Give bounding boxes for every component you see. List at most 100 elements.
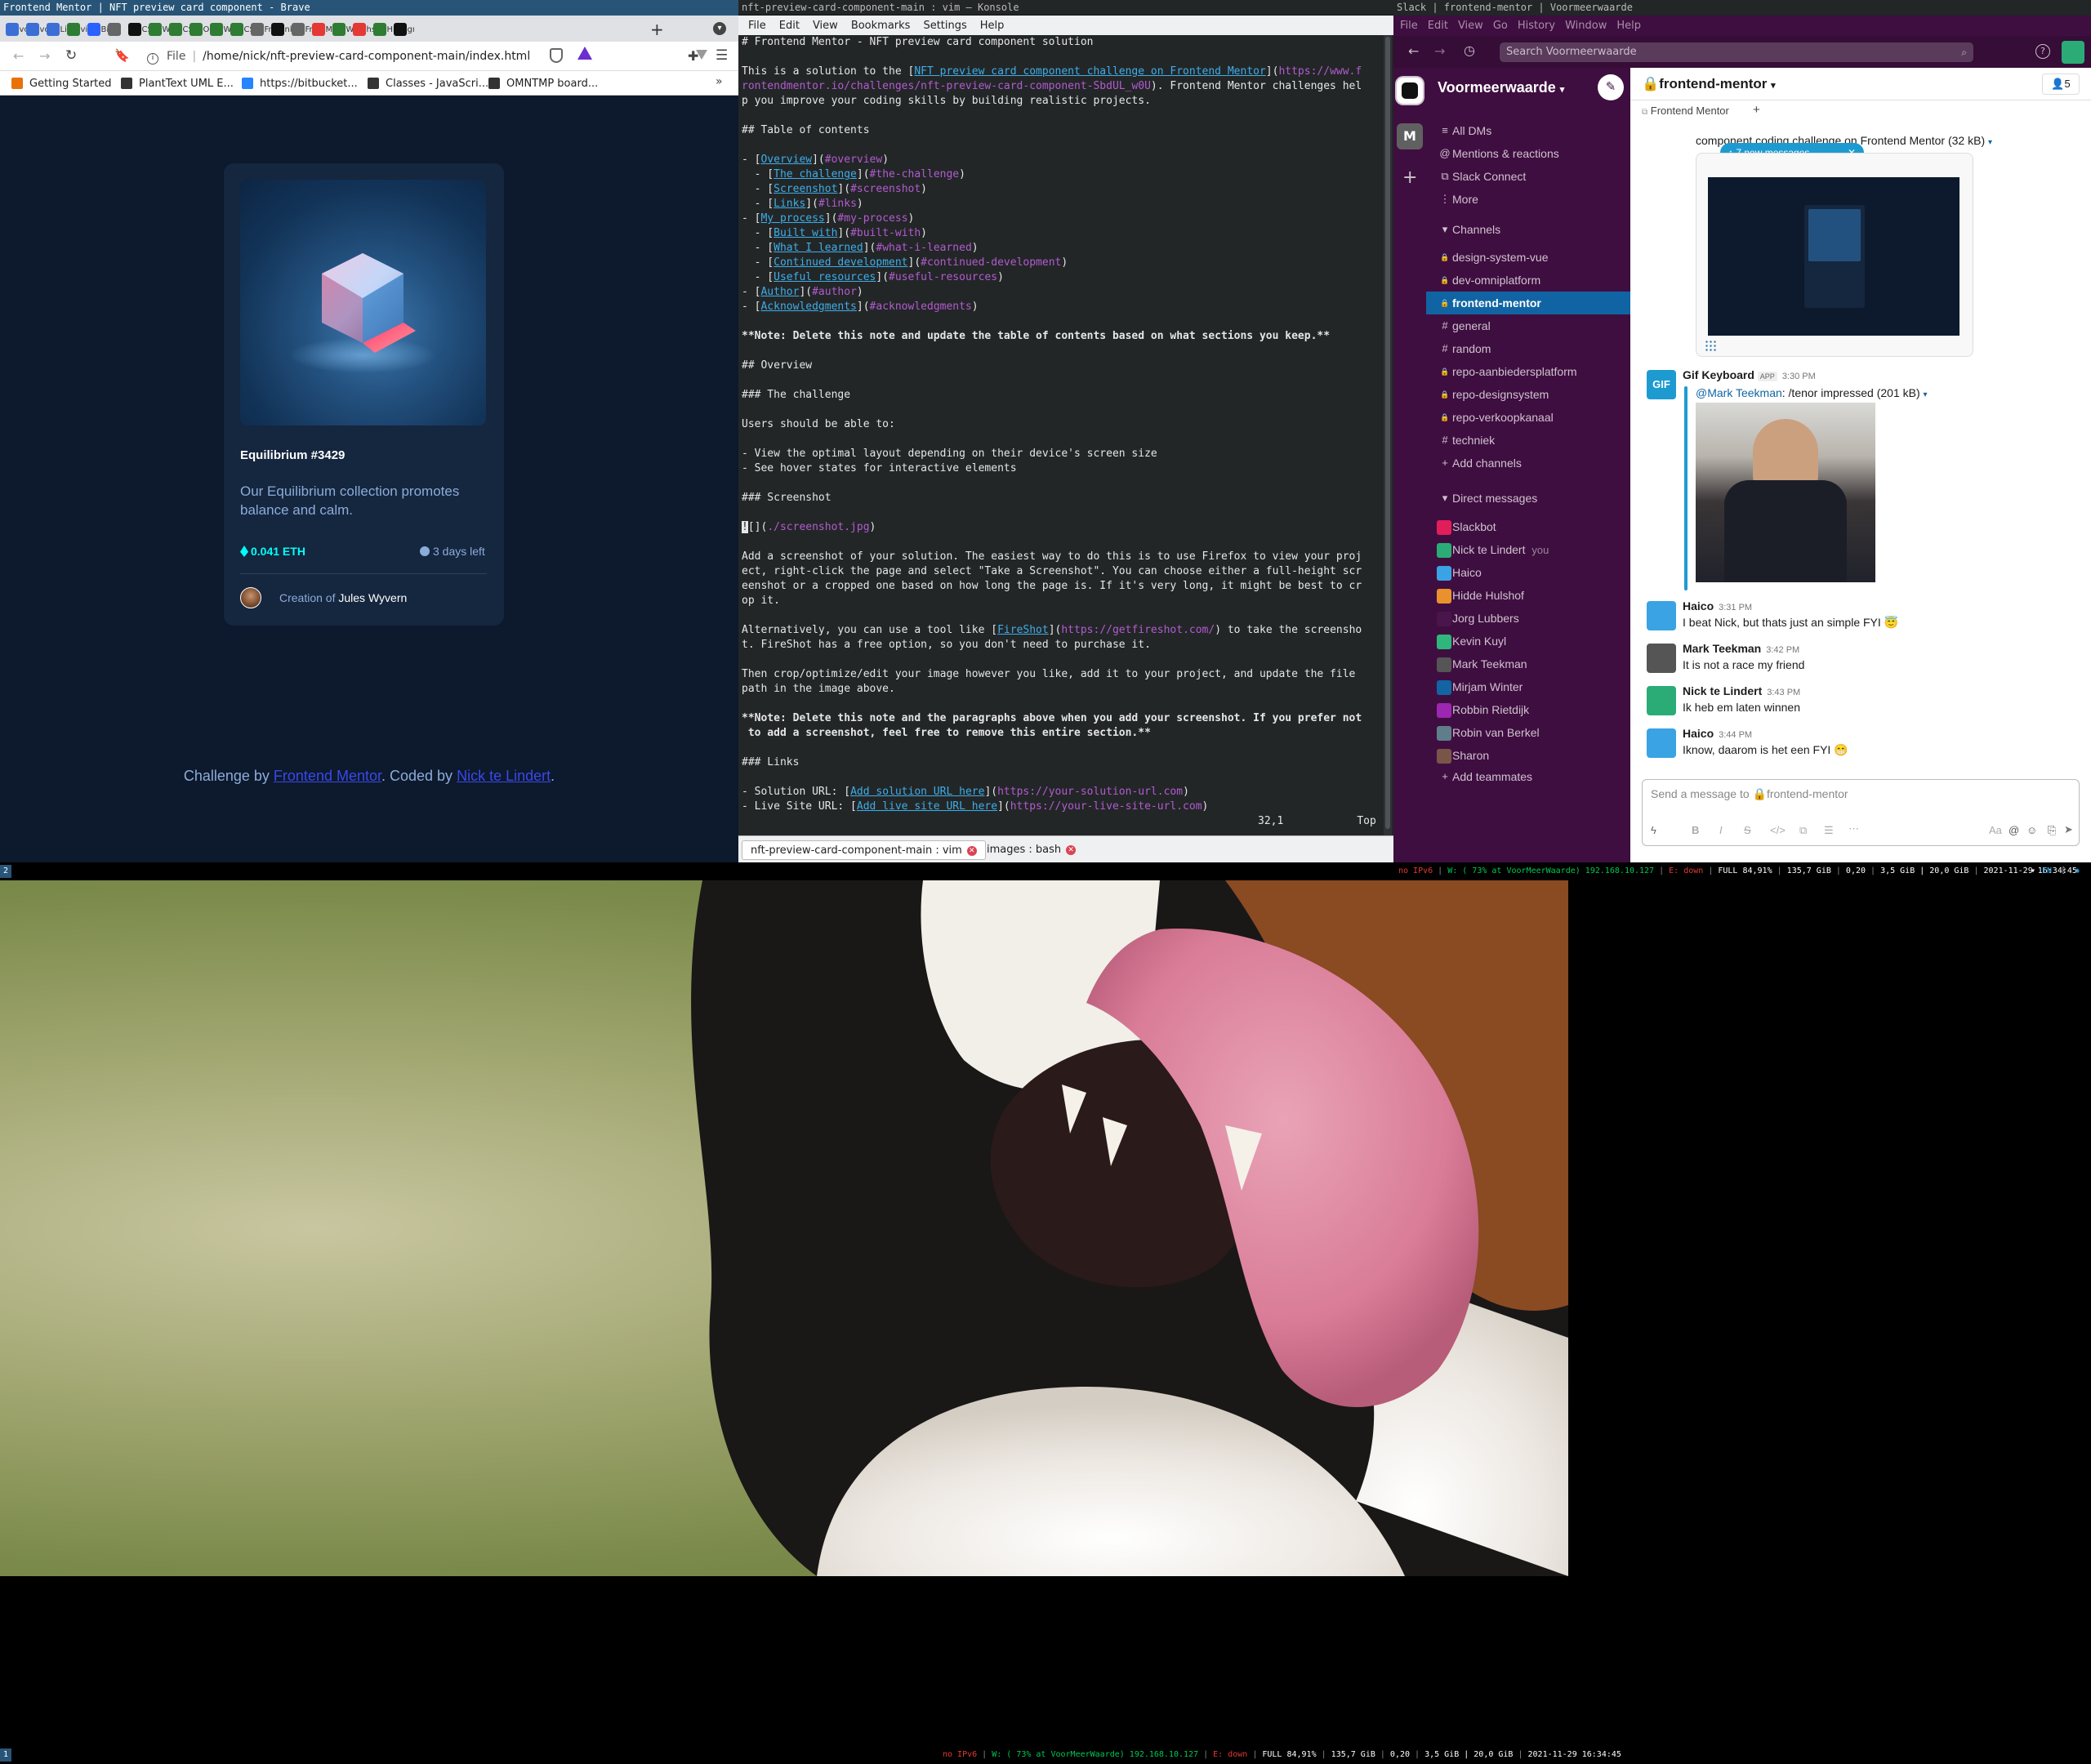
history-icon[interactable]: ◷	[1464, 42, 1475, 58]
forward-icon[interactable]: →	[1434, 43, 1445, 59]
browser-tab[interactable]: vc	[5, 19, 26, 40]
members-button[interactable]: 👤5	[2042, 74, 2080, 95]
sidebar-dm[interactable]: Slackbot	[1426, 515, 1630, 538]
tab-menu-icon[interactable]: ▾	[713, 22, 726, 35]
shortcuts-icon[interactable]: ϟ	[1651, 824, 1656, 836]
sidebar-channel-techniek[interactable]: # techniek	[1426, 429, 1630, 452]
forward-icon[interactable]: →	[39, 48, 50, 64]
browser-tab[interactable]: Fr	[291, 19, 312, 40]
browser-tab[interactable]: vc	[25, 19, 47, 40]
add-channels-button[interactable]: + Add channels	[1426, 452, 1630, 474]
avatar[interactable]	[1647, 686, 1676, 715]
sidebar-dm[interactable]: Sharon	[1426, 744, 1630, 767]
message-time[interactable]: 3:31 PM	[1719, 603, 1752, 612]
bookmark-item[interactable]: https://bitbucket...	[242, 76, 358, 91]
back-icon[interactable]: ←	[13, 48, 24, 64]
sidebar-item-slack-connect[interactable]: ⧉ Slack Connect	[1426, 165, 1630, 188]
message-composer[interactable]: Send a message to 🔒frontend-mentor ϟ B I…	[1642, 779, 2080, 846]
message-sender[interactable]: Nick te Lindert 3:43 PM	[1683, 684, 1800, 697]
avatar[interactable]	[1647, 601, 1676, 630]
compose-button[interactable]: ✎	[1598, 74, 1624, 100]
sidebar-dm[interactable]: Nick te Lindert you	[1426, 538, 1630, 561]
browser-tab[interactable]: nk	[270, 19, 292, 40]
bookmark-item[interactable]: Classes - JavaScri...	[368, 76, 488, 91]
terminal-area[interactable]: # Frontend Mentor - NFT preview card com…	[738, 35, 1393, 835]
workspace-name[interactable]: Voormeerwaarde ▾	[1438, 79, 1564, 96]
sidebar-item-all-dms[interactable]: ≡ All DMs	[1426, 119, 1630, 142]
tab-vim[interactable]: nft-preview-card-component-main : vim ✕	[742, 840, 986, 860]
user-avatar[interactable]	[2062, 41, 2084, 64]
more-format-icon[interactable]: ⋯	[1848, 822, 1859, 835]
browser-tab[interactable]: Fr	[250, 19, 271, 40]
avatar[interactable]	[1647, 644, 1676, 673]
browser-tab[interactable]	[107, 19, 128, 40]
menu-edit[interactable]: Edit	[779, 20, 800, 32]
message-time[interactable]: 3:44 PM	[1719, 730, 1752, 740]
card-title[interactable]: Equilibrium #3429	[240, 448, 345, 462]
caret-down-icon[interactable]: ▾	[1988, 138, 1992, 147]
sidebar-dm[interactable]: Jorg Lubbers	[1426, 607, 1630, 630]
sidebar-channel-repo-verkoopkanaal[interactable]: 🔒 repo-verkoopkanaal	[1426, 406, 1630, 429]
menu-view[interactable]: View	[1458, 20, 1483, 32]
message-sender[interactable]: Haico 3:44 PM	[1683, 727, 1752, 740]
browser-tab[interactable]: W	[209, 19, 230, 40]
brave-shields-icon[interactable]	[550, 48, 563, 63]
close-icon[interactable]: ✕	[1066, 844, 1077, 855]
browser-tab[interactable]: Hi	[372, 19, 394, 40]
sidebar-dm[interactable]: Mirjam Winter	[1426, 675, 1630, 698]
help-icon[interactable]: ?	[2035, 44, 2050, 59]
address-bar[interactable]: i File |/home/nick/nft-preview-card-compon…	[139, 45, 596, 68]
browser-tab[interactable]: CS	[230, 19, 251, 40]
sidebar-item-more[interactable]: ⋮ More	[1426, 188, 1630, 211]
message-time[interactable]: 3:30 PM	[1782, 372, 1816, 381]
new-tab-button[interactable]: +	[650, 20, 664, 39]
message-time[interactable]: 3:43 PM	[1767, 688, 1800, 697]
menu-help[interactable]: Help	[980, 20, 1005, 32]
message-sender[interactable]: Gif Keyboard APP 3:30 PM	[1683, 368, 1816, 381]
back-icon[interactable]: ←	[1408, 43, 1419, 59]
gif-image[interactable]	[1696, 403, 1875, 582]
browser-tab[interactable]: CS	[168, 19, 189, 40]
workspace-button[interactable]: 2	[0, 865, 11, 878]
avatar[interactable]	[1647, 728, 1676, 758]
sidebar-dm[interactable]: Robin van Berkel	[1426, 721, 1630, 744]
message-time[interactable]: 3:42 PM	[1766, 645, 1799, 655]
brave-rewards-icon[interactable]	[577, 47, 592, 60]
browser-tab[interactable]: W	[332, 19, 353, 40]
tab-bash[interactable]: images : bash ✕	[979, 840, 1084, 860]
sidebar-channel-repo-designsystem[interactable]: 🔒 repo-designsystem	[1426, 383, 1630, 406]
menu-file[interactable]: File	[1400, 20, 1418, 32]
tray-label[interactable]: EN	[2042, 862, 2052, 880]
sidebar-channel-frontend-mentor[interactable]: 🔒 frontend-mentor	[1426, 292, 1630, 314]
add-bookmark-button[interactable]: +	[1753, 103, 1760, 117]
reload-icon[interactable]: ↻	[65, 47, 77, 64]
add-teammates-button[interactable]: + Add teammates	[1426, 765, 1630, 788]
message-sender[interactable]: Haico 3:31 PM	[1683, 599, 1752, 612]
menu-view[interactable]: View	[813, 20, 838, 32]
browser-tab[interactable]: gr	[393, 19, 414, 40]
sidebar-item-mentions[interactable]: @ Mentions & reactions	[1426, 142, 1630, 165]
composer-input[interactable]: Send a message to 🔒frontend-mentor	[1651, 787, 1848, 801]
more-bookmarks-button[interactable]: »	[716, 75, 723, 88]
message-sender[interactable]: Mark Teekman 3:42 PM	[1683, 642, 1799, 655]
bookmark-item[interactable]: Getting Started	[11, 76, 112, 91]
browser-tab[interactable]: Bi	[87, 19, 108, 40]
extensions-icon[interactable]: ✚	[688, 48, 698, 64]
list-icon[interactable]: ☰	[1824, 824, 1834, 837]
code-icon[interactable]: </>	[1770, 824, 1786, 836]
attach-icon[interactable]: ⎘	[2048, 824, 2056, 837]
bluetooth-icon[interactable]: ᛒ	[2062, 862, 2066, 880]
mention-link[interactable]: @Mark Teekman	[1696, 386, 1782, 399]
emoji-icon[interactable]: ☺	[2026, 824, 2037, 836]
browser-tab[interactable]: Li	[46, 19, 67, 40]
settings-tray-icon[interactable]: ✺	[2075, 862, 2080, 880]
dm-header[interactable]: ▾ Direct messages	[1426, 487, 1630, 510]
browser-tab[interactable]: hs	[352, 19, 373, 40]
sidebar-channel-general[interactable]: # general	[1426, 314, 1630, 337]
menu-edit[interactable]: Edit	[1428, 20, 1448, 32]
menu-window[interactable]: Window	[1565, 20, 1607, 32]
workspace-m-button[interactable]: M	[1397, 123, 1423, 149]
sidebar-dm[interactable]: Hidde Hulshof	[1426, 584, 1630, 607]
menu-go[interactable]: Go	[1493, 20, 1508, 32]
sidebar-dm[interactable]: Kevin Kuyl	[1426, 630, 1630, 653]
